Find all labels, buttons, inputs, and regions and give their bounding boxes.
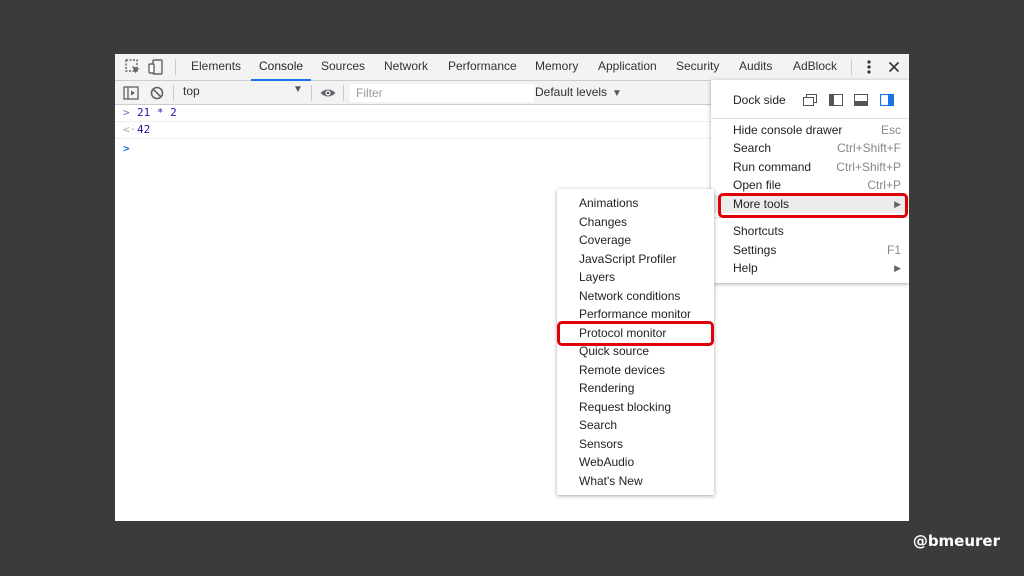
dock-right-icon[interactable] xyxy=(880,94,894,106)
submenu-item-label: Request blocking xyxy=(579,400,672,414)
close-icon[interactable] xyxy=(884,57,904,77)
dropdown-arrow-icon[interactable]: ▼ xyxy=(293,84,303,95)
dock-bottom-icon[interactable] xyxy=(854,94,868,106)
tab-security[interactable]: Security xyxy=(676,54,719,80)
tab-performance[interactable]: Performance xyxy=(448,54,517,80)
menu-item-help[interactable]: Help ▶ xyxy=(711,259,909,277)
submenu-item-changes[interactable]: Changes xyxy=(557,213,714,231)
submenu-item-label: Sensors xyxy=(579,437,624,451)
context-selector[interactable]: top xyxy=(183,84,200,98)
submenu-arrow-icon: ▶ xyxy=(894,263,901,273)
menu-item-label: Help xyxy=(733,261,758,275)
live-expression-icon[interactable] xyxy=(318,83,338,103)
menu-item-label: Open file xyxy=(733,178,782,192)
filter-input[interactable] xyxy=(350,84,534,102)
submenu-item-network-conditions[interactable]: Network conditions xyxy=(557,287,714,305)
highlight-protocol-monitor xyxy=(557,321,714,346)
console-input-text: 21 * 2 xyxy=(137,106,177,119)
submenu-item-coverage[interactable]: Coverage xyxy=(557,231,714,249)
log-levels-dropdown[interactable]: Default levels ▼ xyxy=(535,85,622,99)
menu-item-label: Hide console drawer xyxy=(733,123,843,137)
submenu-item-remote-devices[interactable]: Remote devices xyxy=(557,361,714,379)
toolbar-divider xyxy=(851,59,852,75)
prompt-chevron-icon: > xyxy=(123,142,130,155)
devtools-main-menu: Dock side Hide console drawer Esc Search… xyxy=(711,80,909,283)
submenu-item-layers[interactable]: Layers xyxy=(557,268,714,286)
submenu-item-label: JavaScript Profiler xyxy=(579,252,677,266)
device-toolbar-icon[interactable] xyxy=(146,57,166,77)
menu-item-label: Shortcuts xyxy=(733,224,784,238)
menu-divider xyxy=(711,118,909,119)
tab-sources[interactable]: Sources xyxy=(321,54,365,80)
submenu-item-rendering[interactable]: Rendering xyxy=(557,379,714,397)
result-arrow-icon: <· xyxy=(123,123,137,136)
submenu-item-sensors[interactable]: Sensors xyxy=(557,435,714,453)
submenu-item-javascript-profiler[interactable]: JavaScript Profiler xyxy=(557,250,714,268)
show-sidebar-icon[interactable] xyxy=(121,83,141,103)
inspect-element-icon[interactable] xyxy=(123,57,143,77)
menu-item-hide-console-drawer[interactable]: Hide console drawer Esc xyxy=(711,121,909,139)
menu-item-label: Settings xyxy=(733,243,777,257)
menu-item-shortcut: Ctrl+Shift+P xyxy=(836,160,901,174)
tab-elements[interactable]: Elements xyxy=(191,54,241,80)
toolbar-divider xyxy=(343,85,344,101)
submenu-item-label: What's New xyxy=(579,474,643,488)
tab-console[interactable]: Console xyxy=(250,54,312,81)
submenu-item-label: Search xyxy=(579,418,618,432)
more-options-icon[interactable] xyxy=(859,57,879,77)
submenu-item-label: WebAudio xyxy=(579,455,635,469)
author-handle: @bmeurer xyxy=(912,532,1000,550)
menu-item-shortcut: Esc xyxy=(880,123,901,137)
menu-item-search[interactable]: Search Ctrl+Shift+F xyxy=(711,139,909,157)
dock-side-row: Dock side xyxy=(711,88,909,112)
submenu-item-label: Remote devices xyxy=(579,363,666,377)
submenu-item-label: Coverage xyxy=(579,233,632,247)
toolbar-divider xyxy=(173,85,174,101)
devtools-tabbar: Elements Console Sources Network Perform… xyxy=(115,54,909,81)
menu-item-settings[interactable]: Settings F1 xyxy=(711,241,909,259)
tab-network[interactable]: Network xyxy=(384,54,428,80)
clear-console-icon[interactable] xyxy=(147,83,167,103)
devtools-window: Elements Console Sources Network Perform… xyxy=(115,54,909,521)
dropdown-arrow-icon: ▼ xyxy=(612,88,622,99)
highlight-more-tools xyxy=(718,193,908,218)
console-result-text: 42 xyxy=(137,123,151,136)
submenu-item-search[interactable]: Search xyxy=(557,416,714,434)
menu-item-label: Search xyxy=(733,141,772,155)
submenu-item-animations[interactable]: Animations xyxy=(557,194,714,212)
menu-item-run-command[interactable]: Run command Ctrl+Shift+P xyxy=(711,158,909,176)
submenu-item-label: Changes xyxy=(579,215,628,229)
undock-icon[interactable] xyxy=(803,94,817,106)
dock-side-label: Dock side xyxy=(733,93,786,107)
tab-memory[interactable]: Memory xyxy=(535,54,578,80)
tab-adblock[interactable]: AdBlock xyxy=(793,54,837,80)
submenu-item-label: Animations xyxy=(579,196,639,210)
submenu-item-request-blocking[interactable]: Request blocking xyxy=(557,398,714,416)
submenu-item-webaudio[interactable]: WebAudio xyxy=(557,453,714,471)
menu-item-shortcut: Ctrl+Shift+F xyxy=(836,141,901,155)
toolbar-divider xyxy=(175,59,176,75)
menu-item-shortcuts[interactable]: Shortcuts xyxy=(711,222,909,240)
toolbar-divider xyxy=(311,85,312,101)
submenu-item-whats-new[interactable]: What's New xyxy=(557,472,714,490)
menu-item-shortcut: Ctrl+P xyxy=(867,178,901,192)
tab-application[interactable]: Application xyxy=(598,54,657,80)
submenu-item-label: Layers xyxy=(579,270,616,284)
tab-audits[interactable]: Audits xyxy=(739,54,772,80)
menu-item-shortcut: F1 xyxy=(886,243,901,257)
menu-item-label: Run command xyxy=(733,160,812,174)
menu-item-open-file[interactable]: Open file Ctrl+P xyxy=(711,176,909,194)
input-prompt-icon: > xyxy=(123,106,130,119)
log-levels-label: Default levels xyxy=(535,85,608,99)
submenu-item-label: Network conditions xyxy=(579,289,681,303)
submenu-item-label: Rendering xyxy=(579,381,635,395)
dock-left-icon[interactable] xyxy=(829,94,843,106)
